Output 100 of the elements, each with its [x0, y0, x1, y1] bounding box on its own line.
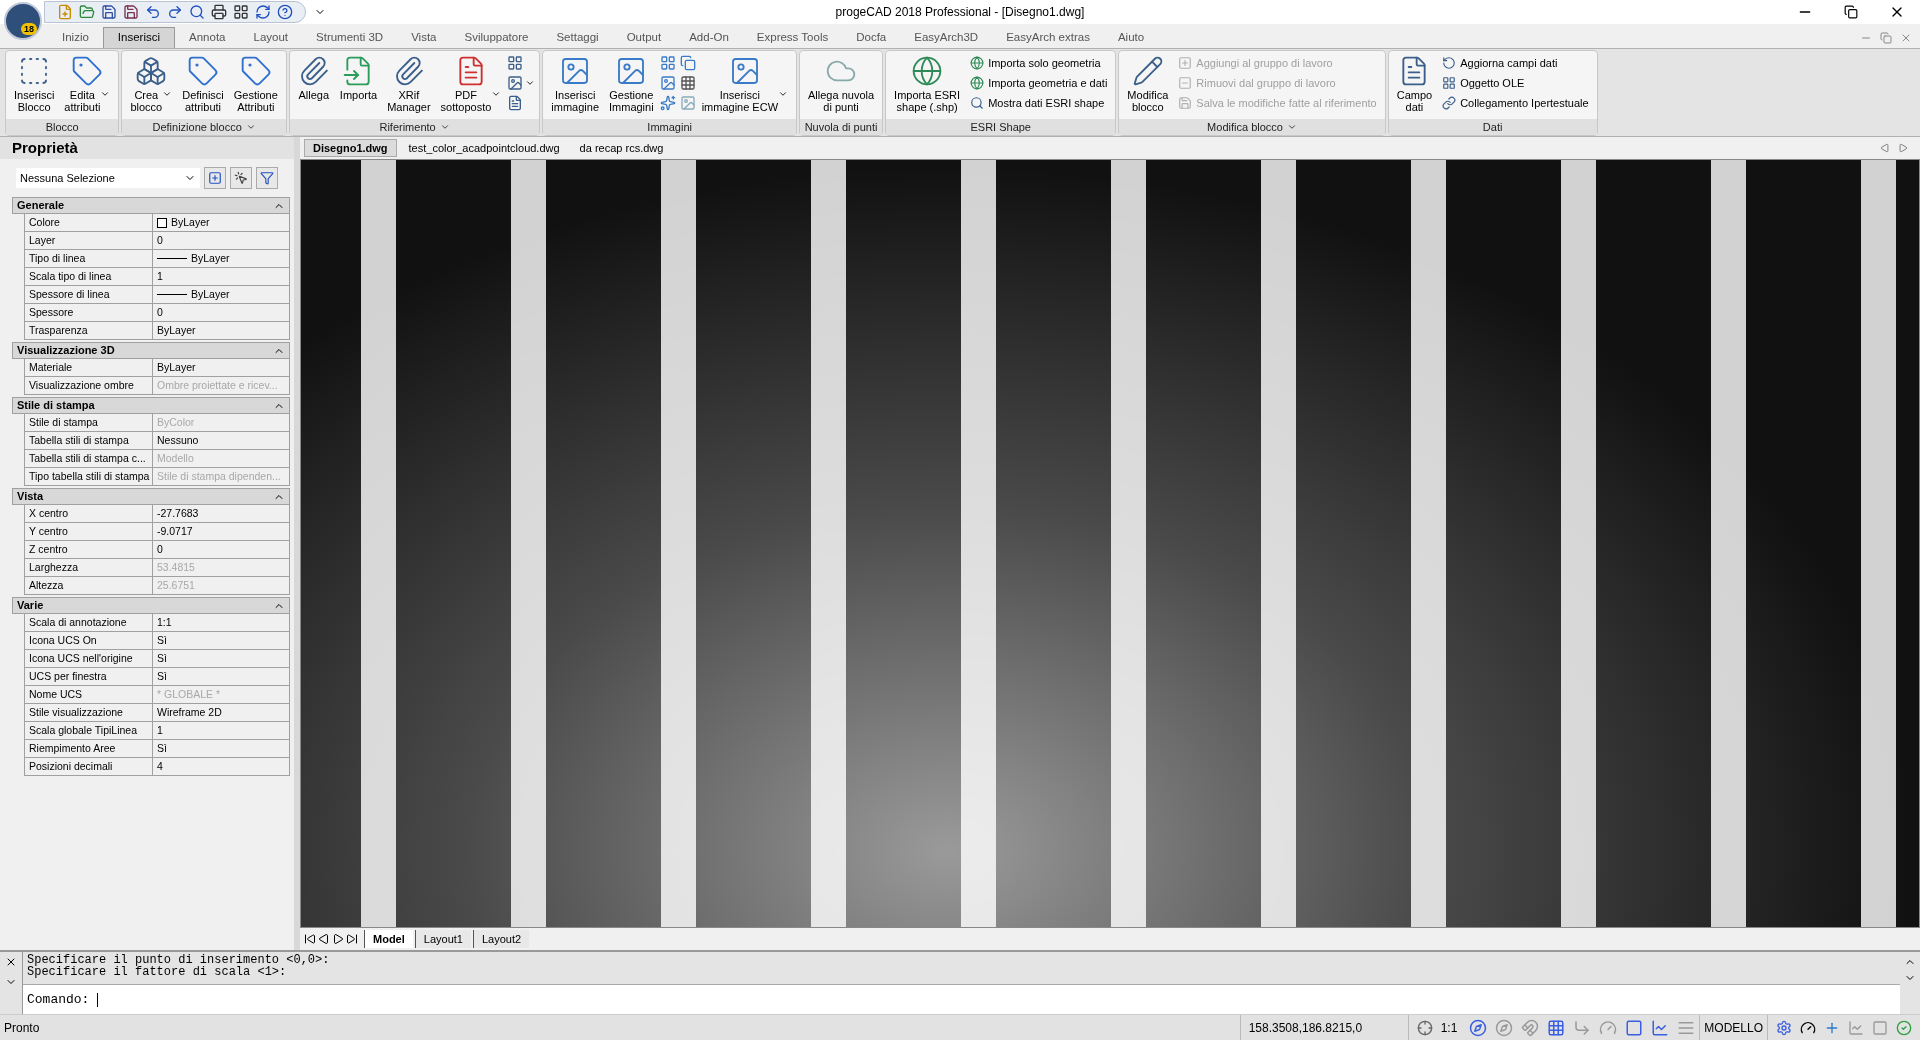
panel-title[interactable]: Riferimento [289, 119, 540, 135]
ribbon-tab[interactable]: Layout [239, 27, 303, 48]
quick-select-button[interactable] [204, 167, 226, 189]
property-value: ByColor [157, 414, 195, 430]
restore-icon[interactable] [1844, 5, 1858, 19]
grid-icon[interactable] [679, 75, 696, 91]
ribbon-tab[interactable]: Sviluppatore [450, 27, 543, 48]
property-value: 1 [157, 722, 163, 738]
ribbon-button[interactable]: Inserisci Blocco [10, 51, 59, 117]
ribbon-button[interactable]: Gestione Attributi [229, 51, 282, 117]
refresh-icon[interactable] [255, 4, 271, 20]
space-toggle[interactable]: MODELLO [1699, 1015, 1768, 1040]
ribbon-tab[interactable]: Express Tools [742, 27, 843, 48]
ribbon-tab[interactable]: Aiuto [1103, 27, 1159, 48]
print-icon[interactable] [211, 4, 227, 20]
grid-icon[interactable] [1547, 1018, 1566, 1037]
panel-title[interactable]: Modifica blocco [1119, 119, 1385, 135]
ribbon-tab[interactable]: Inserisci [102, 27, 176, 48]
ribbon-button[interactable]: Allega [293, 51, 334, 117]
property-name: Tipo tabella stili di stampa [25, 468, 153, 486]
sheet-tab[interactable]: Model [364, 930, 413, 948]
save-as-icon[interactable] [123, 4, 139, 20]
sparkle-icon[interactable] [659, 95, 676, 111]
check-icon[interactable] [1896, 1019, 1912, 1036]
link-icon [1442, 96, 1457, 110]
select-objects-button[interactable] [230, 167, 252, 189]
ribbon-button[interactable]: Inserisci immagine [547, 51, 603, 117]
settings-icon[interactable] [1776, 1019, 1792, 1036]
panel-title: Dati [1388, 119, 1597, 135]
ribbon-button[interactable]: Collegamento Ipertestuale [1438, 93, 1593, 113]
grid-icon[interactable] [659, 55, 676, 71]
command-input[interactable]: Comando: [23, 984, 1900, 1014]
button-label: Importa ESRI shape (.shp) [894, 89, 961, 113]
filter-button[interactable] [256, 167, 278, 189]
section-header[interactable]: Stile di stampa [12, 397, 290, 414]
save-icon[interactable] [101, 4, 117, 20]
image-icon[interactable] [659, 75, 676, 91]
scroll-left-icon[interactable] [1880, 143, 1890, 153]
image-icon[interactable] [507, 75, 524, 91]
redo-icon[interactable] [167, 4, 183, 20]
panel-title[interactable]: Definizione blocco [122, 119, 286, 135]
ribbon-button[interactable]: Crea blocco [126, 51, 177, 117]
ribbon-button[interactable]: Allega nuvola di punti [804, 51, 879, 117]
ribbon-button[interactable]: Oggetto OLE [1438, 73, 1593, 93]
document-icon[interactable] [507, 95, 524, 111]
document-tab[interactable]: Disegno1.dwg [304, 139, 397, 157]
section-header[interactable]: Generale [12, 197, 290, 214]
selection-dropdown[interactable]: Nessuna Selezione [16, 168, 200, 188]
property-name: Spessore di linea [25, 286, 153, 304]
pencil-icon [1131, 55, 1164, 87]
color-swatch [157, 217, 167, 228]
first-tab-icon[interactable] [304, 933, 316, 945]
ribbon-tab[interactable]: Settaggi [542, 27, 613, 48]
ribbon-tab[interactable]: EasyArch extras [992, 27, 1104, 48]
section-header[interactable]: Varie [12, 597, 290, 614]
scroll-right-icon[interactable] [1898, 143, 1908, 153]
ribbon-button[interactable]: Campo dati [1392, 51, 1437, 117]
new-file-icon[interactable] [57, 4, 73, 20]
next-tab-icon[interactable] [332, 933, 344, 945]
ribbon-tab[interactable]: Vista [397, 27, 451, 48]
ribbon-tab[interactable]: Add-On [675, 27, 743, 48]
ribbon-tab[interactable]: Inizio [48, 27, 103, 48]
open-folder-icon[interactable] [79, 4, 95, 20]
help-icon[interactable] [277, 4, 293, 20]
undo-icon[interactable] [145, 4, 161, 20]
last-tab-icon[interactable] [346, 933, 358, 945]
ribbon-button[interactable]: XRif Manager [383, 51, 435, 117]
ribbon-button[interactable]: Edita attributi [60, 51, 115, 117]
ribbon-button[interactable]: Modifica blocco [1123, 51, 1173, 117]
grid-icon[interactable] [507, 55, 524, 71]
point-cloud-view[interactable] [300, 159, 1920, 928]
close-icon[interactable] [5, 956, 17, 968]
ribbon-button[interactable]: Importa geometria e dati [966, 73, 1112, 93]
ribbon-button[interactable]: Importa [335, 51, 382, 117]
ribbon-button[interactable]: Mostra dati ESRI shape [966, 93, 1112, 113]
ribbon-button[interactable]: PDF sottoposto [436, 51, 506, 117]
ribbon-tab[interactable]: EasyArch3D [900, 27, 993, 48]
ribbon-button[interactable]: Gestione Immagini [605, 51, 658, 117]
ribbon-button[interactable]: Inserisci immagine ECW [697, 51, 793, 117]
ribbon-button[interactable]: Aggiorna campi dati [1438, 53, 1593, 73]
ribbon-tab[interactable]: Output [612, 27, 676, 48]
ribbon-button[interactable]: Importa solo geometria [966, 53, 1112, 73]
document-tab[interactable]: test_color_acadpointcloud.dwg [400, 139, 568, 157]
section-header[interactable]: Vista [12, 488, 290, 505]
snap-icon[interactable] [1521, 1018, 1540, 1037]
document-tab[interactable]: da recap rcs.dwg [571, 139, 672, 157]
ribbon-button[interactable]: Importa ESRI shape (.shp) [890, 51, 965, 117]
copy-icon[interactable] [679, 55, 696, 71]
gauge-icon[interactable] [1800, 1019, 1816, 1036]
section-header[interactable]: Visualizzazione 3D [12, 342, 290, 359]
sheet-tab[interactable]: Layout1 [414, 930, 471, 948]
previous-tab-icon[interactable] [318, 933, 330, 945]
ribbon-tab[interactable]: Annota [175, 27, 240, 48]
caret-icon[interactable] [525, 78, 536, 88]
ribbon-button[interactable]: Definisci attributi [178, 51, 228, 117]
sheet-tab[interactable]: Layout2 [472, 930, 530, 948]
ribbon-tab[interactable]: Docfa [842, 27, 901, 48]
ribbon-tab[interactable]: Strumenti 3D [302, 27, 398, 48]
search-icon[interactable] [189, 4, 205, 20]
annotation-scale[interactable]: 1:1 [1440, 1018, 1458, 1037]
